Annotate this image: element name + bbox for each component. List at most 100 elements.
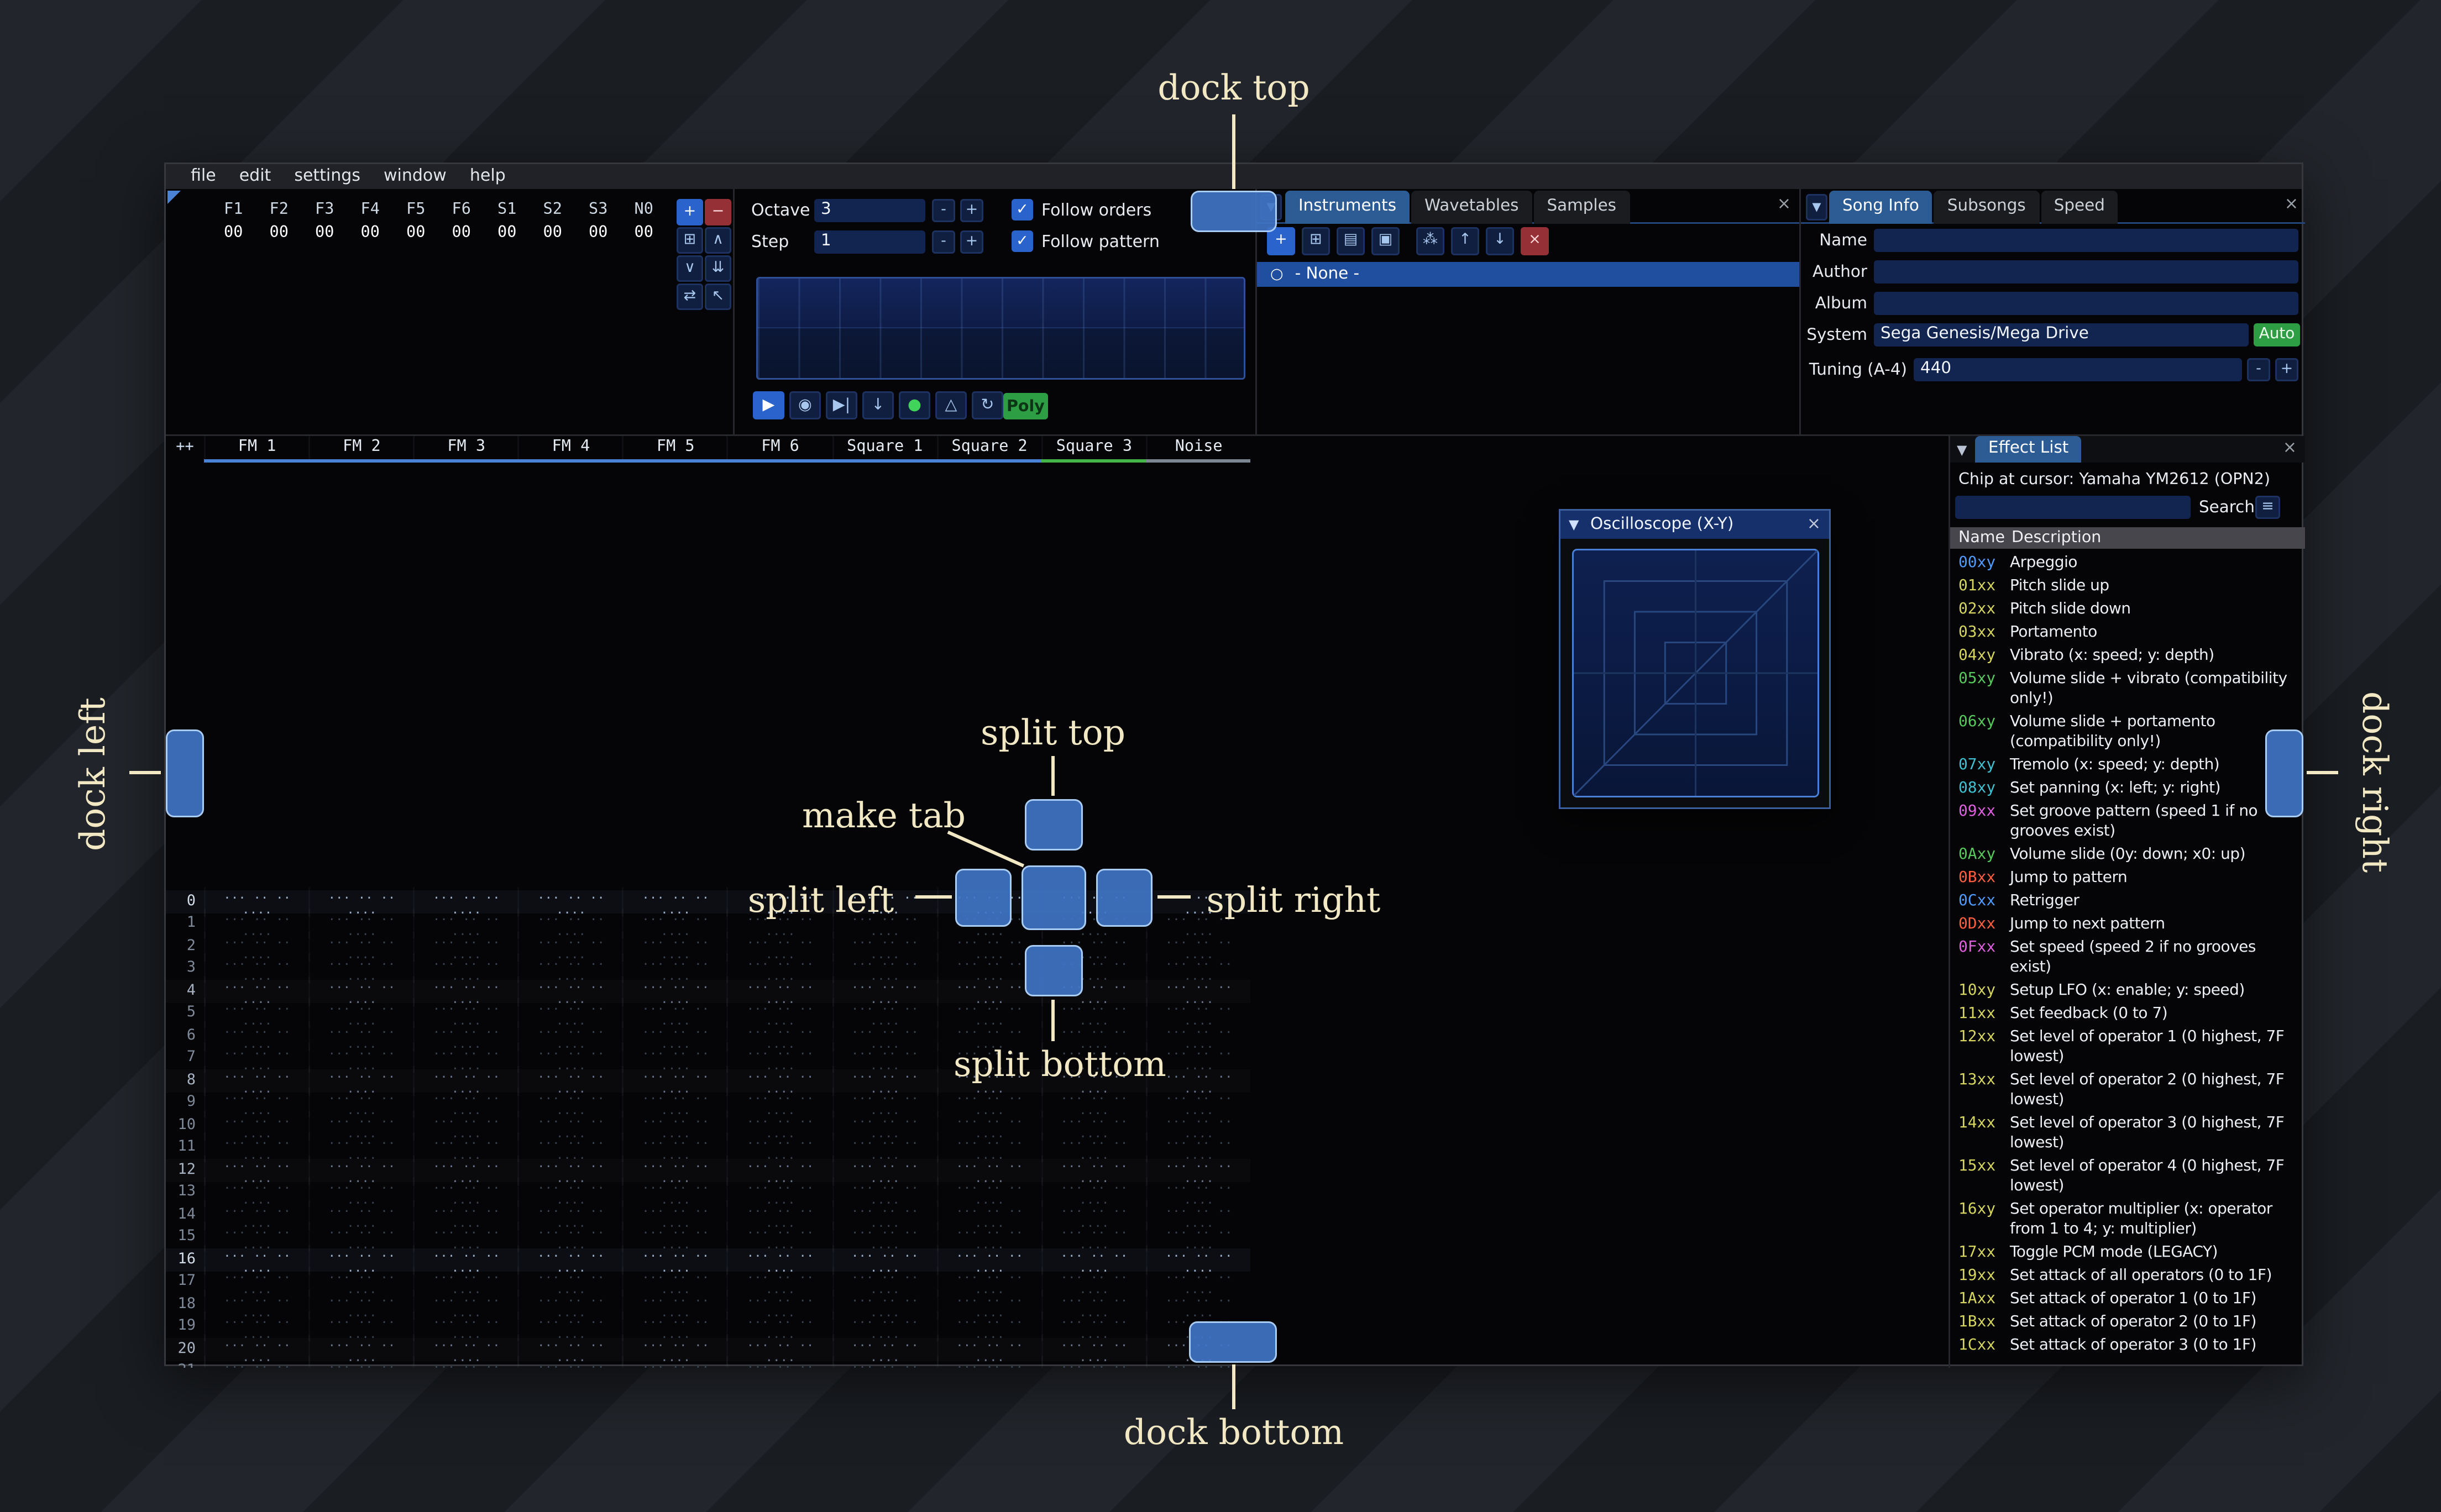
name-field[interactable] xyxy=(1874,229,2298,252)
split-target-right[interactable] xyxy=(1096,869,1153,927)
make-tab-target[interactable] xyxy=(1022,865,1086,930)
instrument-list-item[interactable]: ○ - None - xyxy=(1257,262,1799,287)
tab-wavetables[interactable]: Wavetables xyxy=(1411,191,1532,224)
play-button[interactable]: ▶ xyxy=(753,391,784,419)
order-value-s1[interactable]: 00 xyxy=(484,223,530,242)
tab-samples[interactable]: Samples xyxy=(1533,191,1630,224)
poly-button[interactable]: Poly xyxy=(1003,393,1048,419)
step-input[interactable]: 1 xyxy=(814,230,925,254)
channel-header-square-1[interactable]: Square 1 xyxy=(831,436,936,459)
edit-record-toggle[interactable]: ● xyxy=(899,391,930,419)
order-value-f3[interactable]: 00 xyxy=(302,223,348,242)
effect-row-0axy[interactable]: 0Axy Volume slide (0y: down; x0: up) xyxy=(1950,844,2305,867)
system-field[interactable]: Sega Genesis/Mega Drive xyxy=(1874,323,2249,347)
chevron-down-icon[interactable]: ▼ xyxy=(1569,517,1579,532)
step-row-button[interactable]: ↓ xyxy=(862,391,894,419)
menu-item-help[interactable]: help xyxy=(458,167,517,186)
effect-row-04xy[interactable]: 04xy Vibrato (x: speed; y: depth) xyxy=(1950,645,2305,668)
collapse-button[interactable]: ▼ xyxy=(1806,194,1827,221)
move-instrument-down-button[interactable]: ↓ xyxy=(1486,227,1514,255)
channel-header-fm-5[interactable]: FM 5 xyxy=(622,436,727,459)
octave-plus-button[interactable]: + xyxy=(960,199,983,222)
effect-row-05xy[interactable]: 05xy Volume slide + vibrato (compatibilit… xyxy=(1950,668,2305,711)
duplicate-order-button[interactable]: ⊞ xyxy=(677,227,703,254)
tuning-plus-button[interactable]: + xyxy=(2275,358,2298,381)
pattern-expand-button[interactable]: ++ xyxy=(166,436,204,459)
tab-effect-list[interactable]: Effect List xyxy=(1975,436,2082,463)
effect-row-02xx[interactable]: 02xx Pitch slide down xyxy=(1950,599,2305,622)
menu-item-window[interactable]: window xyxy=(372,167,458,186)
play-one-row-button[interactable]: ▶| xyxy=(826,391,857,419)
repeat-pattern-button[interactable]: ↻ xyxy=(972,391,1003,419)
effect-row-19xx[interactable]: 19xx Set attack of all operators (0 to 1F… xyxy=(1950,1265,2305,1288)
instrument-organize-button[interactable]: ⁂ xyxy=(1416,227,1444,255)
pattern-cell[interactable]: ... .. .. .... xyxy=(517,1356,622,1368)
instruments-close-button[interactable]: × xyxy=(1777,196,1791,214)
tab-speed[interactable]: Speed xyxy=(2040,191,2118,224)
effect-row-16xy[interactable]: 16xy Set operator multiplier (x: operator… xyxy=(1950,1199,2305,1242)
system-auto-button[interactable]: Auto xyxy=(2254,323,2300,347)
effect-list-close-button[interactable]: × xyxy=(2283,439,2297,458)
channel-header-square-2[interactable]: Square 2 xyxy=(936,436,1041,459)
pattern-cell[interactable]: ... .. .. .... xyxy=(204,1356,308,1368)
piano-keyboard[interactable] xyxy=(756,277,1245,380)
effect-row-15xx[interactable]: 15xx Set level of operator 4 (0 highest, … xyxy=(1950,1156,2305,1199)
step-minus-button[interactable]: - xyxy=(932,230,955,254)
tuning-minus-button[interactable]: - xyxy=(2247,358,2270,381)
order-value-s3[interactable]: 00 xyxy=(575,223,621,242)
move-instrument-up-button[interactable]: ↑ xyxy=(1451,227,1479,255)
pattern-cell[interactable]: ... .. .. .... xyxy=(831,1356,936,1368)
duplicate-instrument-button[interactable]: ⊞ xyxy=(1302,227,1330,255)
effect-row-00xy[interactable]: 00xy Arpeggio xyxy=(1950,552,2305,575)
effect-row-09xx[interactable]: 09xx Set groove pattern (speed 1 if no gr… xyxy=(1950,801,2305,844)
pattern-cell[interactable]: ... .. .. .... xyxy=(936,1356,1041,1368)
effect-row-12xx[interactable]: 12xx Set level of operator 1 (0 highest, … xyxy=(1950,1026,2305,1069)
effect-row-03xx[interactable]: 03xx Portamento xyxy=(1950,622,2305,645)
save-instrument-button[interactable]: ▣ xyxy=(1371,227,1400,255)
tuning-field[interactable]: 440 xyxy=(1914,358,2242,381)
effect-row-13xx[interactable]: 13xx Set level of operator 2 (0 highest, … xyxy=(1950,1069,2305,1112)
effect-row-17xx[interactable]: 17xx Toggle PCM mode (LEGACY) xyxy=(1950,1242,2305,1265)
effect-row-14xx[interactable]: 14xx Set level of operator 3 (0 highest, … xyxy=(1950,1112,2305,1156)
order-value-f4[interactable]: 00 xyxy=(348,223,394,242)
dock-target-top[interactable] xyxy=(1191,191,1277,232)
order-value-f2[interactable]: 00 xyxy=(256,223,302,242)
tab-song-info[interactable]: Song Info xyxy=(1829,191,1932,224)
effect-search-input[interactable] xyxy=(1955,496,2191,519)
duplicate-order-end-button[interactable]: ⇊ xyxy=(705,255,731,282)
effect-row-11xx[interactable]: 11xx Set feedback (0 to 7) xyxy=(1950,1003,2305,1026)
order-value-f1[interactable]: 00 xyxy=(211,223,256,242)
play-from-cursor-button[interactable]: ◉ xyxy=(789,391,821,419)
remove-order-button[interactable]: − xyxy=(705,199,731,225)
pattern-cell[interactable]: ... .. .. .... xyxy=(622,1356,727,1368)
order-edit-mode-button[interactable]: ↖ xyxy=(705,284,731,310)
channel-header-fm-4[interactable]: FM 4 xyxy=(517,436,622,459)
move-order-down-button[interactable]: ∨ xyxy=(677,255,703,282)
effect-row-1cxx[interactable]: 1Cxx Set attack of operator 3 (0 to 1F) xyxy=(1950,1335,2305,1358)
order-value-f6[interactable]: 00 xyxy=(439,223,485,242)
effect-row-0cxx[interactable]: 0Cxx Retrigger xyxy=(1950,890,2305,914)
channel-header-fm-2[interactable]: FM 2 xyxy=(308,436,413,459)
menu-item-settings[interactable]: settings xyxy=(282,167,372,186)
oscilloscope-titlebar[interactable]: ▼ Oscilloscope (X-Y) × xyxy=(1560,511,1829,539)
pattern-cell[interactable]: ... .. .. .... xyxy=(413,1356,518,1368)
metronome-button[interactable]: △ xyxy=(935,391,967,419)
step-plus-button[interactable]: + xyxy=(960,230,983,254)
pattern-cell[interactable]: ... .. .. .... xyxy=(308,1356,413,1368)
effect-row-0dxx[interactable]: 0Dxx Jump to next pattern xyxy=(1950,914,2305,937)
order-value-n0[interactable]: 00 xyxy=(621,223,667,242)
order-value-f5[interactable]: 00 xyxy=(393,223,439,242)
effect-row-1bxx[interactable]: 1Bxx Set attack of operator 2 (0 to 1F) xyxy=(1950,1311,2305,1335)
effect-row-06xy[interactable]: 06xy Volume slide + portamento (compatibi… xyxy=(1950,711,2305,754)
album-field[interactable] xyxy=(1874,292,2298,315)
effect-row-0bxx[interactable]: 0Bxx Jump to pattern xyxy=(1950,867,2305,890)
split-target-left[interactable] xyxy=(955,869,1012,927)
oscilloscope-close-button[interactable]: × xyxy=(1807,516,1821,534)
effect-row-0fxx[interactable]: 0Fxx Set speed (speed 2 if no grooves exi… xyxy=(1950,937,2305,980)
effect-row-1axx[interactable]: 1Axx Set attack of operator 1 (0 to 1F) xyxy=(1950,1288,2305,1311)
order-change-mode-button[interactable]: ⇄ xyxy=(677,284,703,310)
menu-item-edit[interactable]: edit xyxy=(228,167,283,186)
channel-header-fm-6[interactable]: FM 6 xyxy=(727,436,831,459)
channel-header-fm-1[interactable]: FM 1 xyxy=(204,436,308,459)
order-value-s2[interactable]: 00 xyxy=(530,223,576,242)
